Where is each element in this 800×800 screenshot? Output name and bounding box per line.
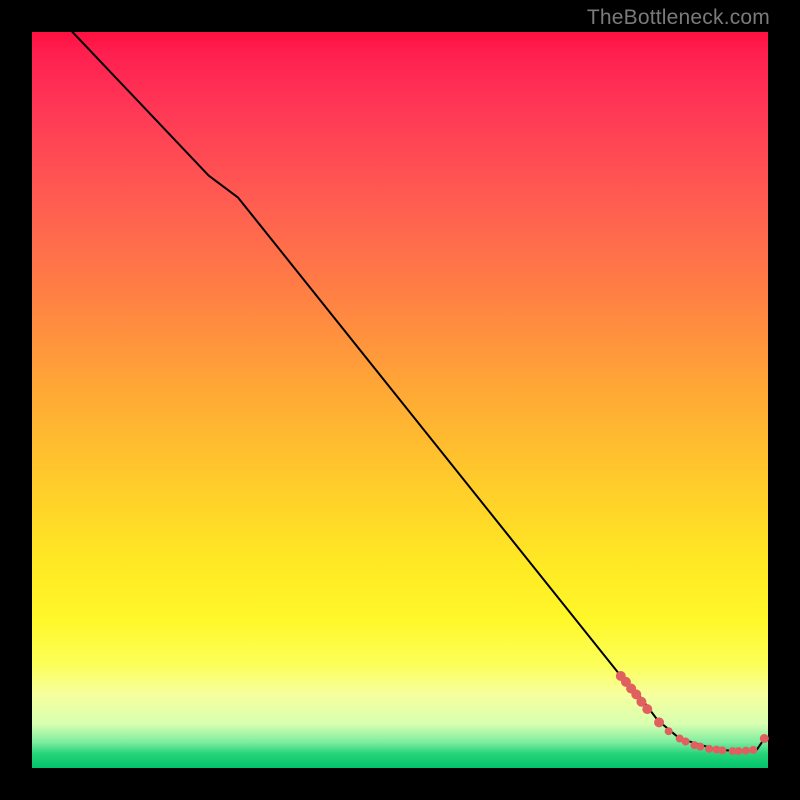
marker-dot <box>682 738 690 746</box>
marker-dot <box>696 743 704 751</box>
marker-dot <box>654 717 664 727</box>
marker-dot <box>705 745 713 753</box>
marker-dot <box>749 746 757 754</box>
marker-dot <box>760 734 769 743</box>
marker-dot <box>742 747 750 755</box>
chart-overlay <box>32 32 768 768</box>
marker-dot <box>735 747 743 755</box>
chart-frame: TheBottleneck.com <box>0 0 800 800</box>
marker-dot <box>642 704 652 714</box>
curve-line <box>72 32 764 751</box>
attribution-text: TheBottleneck.com <box>587 6 770 30</box>
marker-dot <box>718 746 726 754</box>
marker-group <box>616 671 769 755</box>
marker-dot <box>665 727 673 735</box>
